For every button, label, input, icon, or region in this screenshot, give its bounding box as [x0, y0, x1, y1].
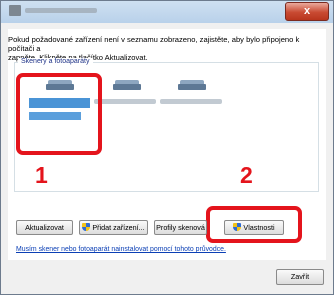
scanner-icon	[178, 80, 206, 90]
window-title	[25, 8, 97, 13]
title-bar[interactable]: x	[1, 1, 333, 23]
close-icon: x	[303, 5, 311, 17]
add-device-button[interactable]: Přidat zařízení...	[79, 220, 148, 235]
close-window-button[interactable]: x	[285, 2, 329, 21]
properties-button-label: Vlastnosti	[243, 223, 275, 232]
install-wizard-link[interactable]: Musím skener nebo fotoaparát nainstalova…	[16, 246, 226, 253]
refresh-button[interactable]: Aktualizovat	[16, 220, 73, 235]
scanner-icon	[113, 80, 141, 90]
device-label	[160, 99, 222, 104]
close-button[interactable]: Zavřít	[276, 269, 324, 285]
device-label	[94, 99, 156, 104]
add-device-button-label: Přidat zařízení...	[92, 223, 145, 232]
instruction-line-1: Pokud požadované zařízení není v seznamu…	[8, 35, 300, 53]
shield-icon	[233, 223, 242, 231]
step-number-2: 2	[240, 162, 253, 188]
app-icon	[9, 5, 21, 16]
scan-profiles-button-label: Profily skenová	[156, 223, 205, 232]
shield-icon	[82, 223, 91, 231]
close-button-label: Zavřít	[290, 272, 310, 281]
devices-group-label: Skenery a fotoaparáty	[18, 58, 93, 65]
highlight-box-1	[16, 73, 102, 155]
step-number-1: 1	[35, 162, 48, 188]
refresh-button-label: Aktualizovat	[25, 223, 64, 232]
properties-button[interactable]: Vlastnosti	[224, 220, 284, 235]
scan-profiles-button[interactable]: Profily skenová	[154, 220, 207, 235]
